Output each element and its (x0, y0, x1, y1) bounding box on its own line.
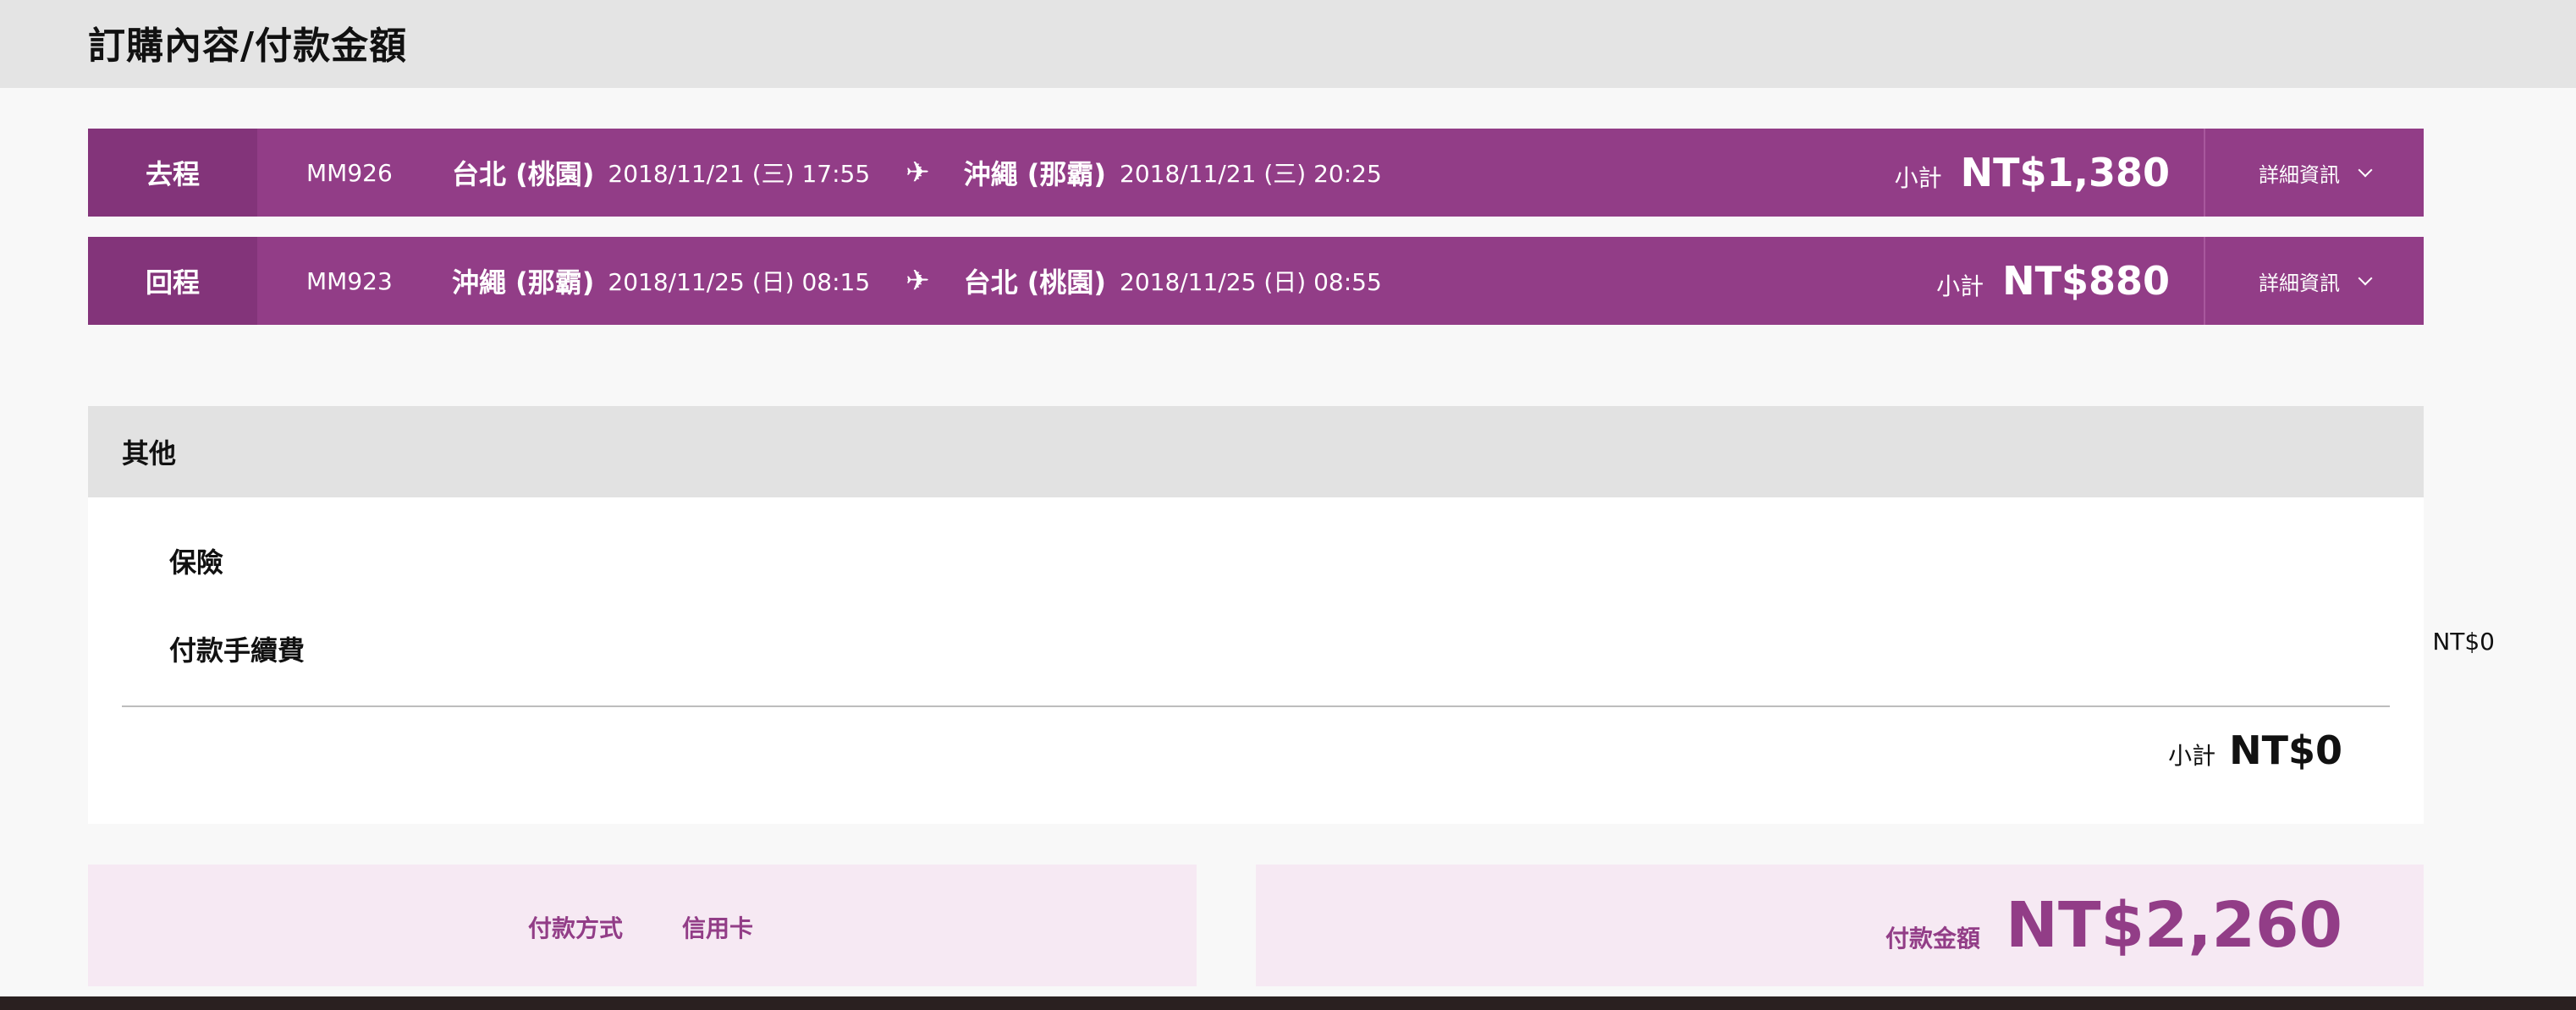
subtotal-label: 小計 (1894, 164, 1942, 192)
detail-label: 詳細資訊 (2259, 271, 2340, 295)
direction-label: 回程 (88, 237, 257, 325)
other-section: 其他 保險 付款手續費 小計 NT$0 (88, 406, 2424, 824)
departure-time: 2018/11/25 (日) 08:15 (608, 268, 871, 296)
payment-fee-label: 付款手續費 (169, 634, 305, 667)
subtotal-label: 小計 (2168, 742, 2216, 770)
destination-city: 沖繩 (那霸) (963, 158, 1107, 190)
payment-method-label: 付款方式 (528, 914, 624, 942)
route: 台北 (桃園) 2018/11/21 (三) 17:55 ✈ 沖繩 (那霸) 2… (452, 129, 1382, 217)
payment-total-label: 付款金額 (1885, 925, 1981, 952)
route: 沖繩 (那霸) 2018/11/25 (日) 08:15 ✈ 台北 (桃園) 2… (452, 237, 1382, 325)
flight-number: MM926 (306, 158, 393, 187)
flight-subtotal: 小計 NT$1,380 (1895, 129, 2170, 217)
insurance-label: 保險 (169, 546, 224, 579)
plane-icon: ✈ (905, 156, 930, 189)
payment-method-value: 信用卡 (682, 914, 754, 942)
flight-subtotal: 小計 NT$880 (1936, 237, 2170, 325)
divider (122, 705, 2390, 707)
arrival-time: 2018/11/21 (三) 20:25 (1120, 160, 1382, 188)
subtotal-amount: NT$880 (2002, 258, 2170, 304)
payment-fee-value: NT$0 (2432, 628, 2495, 656)
payment-total: 付款金額 NT$2,260 (1885, 865, 2342, 986)
flight-row-outbound: 去程 MM926 台北 (桃園) 2018/11/21 (三) 17:55 ✈ … (88, 129, 2424, 217)
detail-button-outbound[interactable]: 詳細資訊 (2204, 129, 2424, 217)
direction-label: 去程 (88, 129, 257, 217)
payment-total-box: 付款金額 NT$2,260 (1256, 865, 2424, 986)
chevron-down-icon (2358, 271, 2373, 286)
origin-city: 沖繩 (那霸) (452, 266, 595, 299)
other-subtotal: 小計 NT$0 (2168, 727, 2342, 773)
destination-city: 台北 (桃園) (963, 266, 1107, 299)
flight-row-return: 回程 MM923 沖繩 (那霸) 2018/11/25 (日) 08:15 ✈ … (88, 237, 2424, 325)
subtotal-amount: NT$1,380 (1960, 150, 2170, 195)
origin-city: 台北 (桃園) (452, 158, 595, 190)
detail-label: 詳細資訊 (2259, 162, 2340, 187)
plane-icon: ✈ (905, 264, 930, 298)
flight-number: MM923 (306, 266, 393, 295)
subtotal-label: 小計 (1936, 272, 1984, 300)
bottom-strip (0, 996, 2576, 1010)
payment-total-amount: NT$2,260 (2006, 889, 2342, 962)
header-band: 訂購內容/付款金額 (0, 0, 2576, 88)
page-title: 訂購內容/付款金額 (88, 25, 408, 68)
other-section-title: 其他 (88, 406, 2424, 497)
detail-button-return[interactable]: 詳細資訊 (2204, 237, 2424, 325)
arrival-time: 2018/11/25 (日) 08:55 (1120, 268, 1382, 296)
payment-method-box: 付款方式 信用卡 (88, 865, 1197, 986)
departure-time: 2018/11/21 (三) 17:55 (608, 160, 871, 188)
subtotal-amount: NT$0 (2229, 727, 2342, 773)
chevron-down-icon (2358, 162, 2373, 178)
